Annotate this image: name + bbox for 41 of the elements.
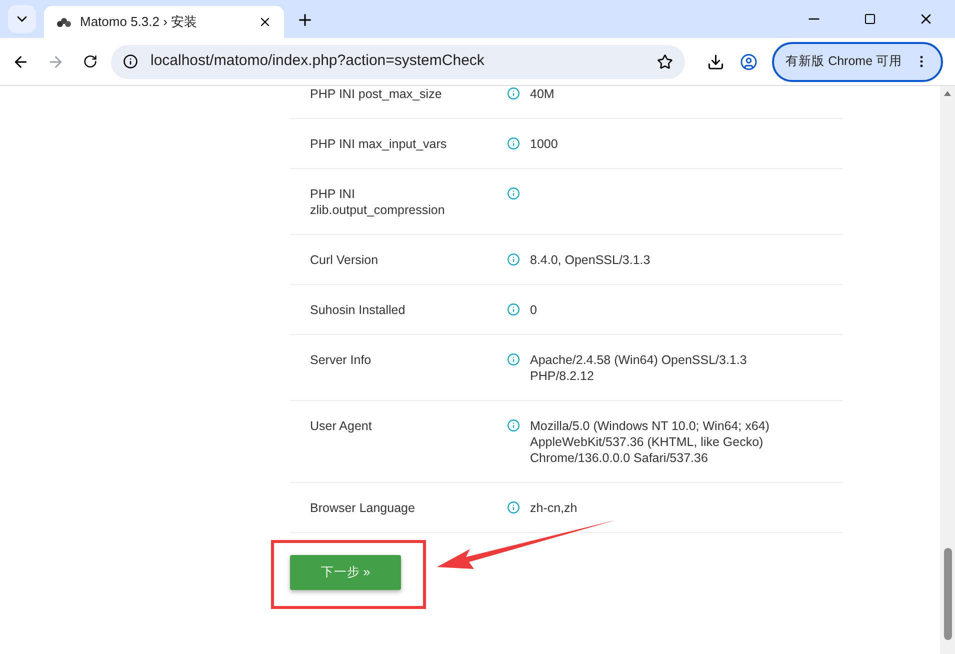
info-icon[interactable] xyxy=(507,253,520,266)
info-icon[interactable] xyxy=(507,303,520,316)
info-icon[interactable] xyxy=(507,501,520,514)
url-text: localhost/matomo/index.php?action=systemCheck xyxy=(150,51,486,72)
check-value: 8.4.0, OpenSSL/3.1.3 xyxy=(530,252,652,268)
close-icon[interactable] xyxy=(258,15,272,29)
scroll-up-icon[interactable] xyxy=(944,91,951,96)
check-label: Curl Version xyxy=(309,252,380,268)
check-value: Mozilla/5.0 (Windows NT 10.0; Win64; x64) AppleWebKit/537.36 (KHTML, like Gecko) Chrome/136.0.0.0 Safari/537.36 xyxy=(530,418,770,466)
update-chrome-button[interactable]: 有新版 Chrome 可用 xyxy=(772,42,943,82)
bookmark-star-icon[interactable] xyxy=(656,54,673,70)
info-icon[interactable] xyxy=(507,353,520,366)
reload-icon[interactable] xyxy=(82,54,98,69)
info-icon[interactable] xyxy=(507,87,520,100)
check-value: Apache/2.4.58 (Win64) OpenSSL/3.1.3 PHP/8.2.12 xyxy=(530,352,748,384)
tab-title: Matomo 5.3.2 › 安装 xyxy=(80,13,198,32)
profile-icon[interactable] xyxy=(740,52,758,70)
site-info-icon[interactable] xyxy=(123,54,138,69)
new-tab-icon[interactable] xyxy=(296,11,314,29)
info-icon[interactable] xyxy=(507,137,520,150)
check-value: 0 xyxy=(530,302,538,318)
check-label: PHP INI post_max_size xyxy=(309,86,443,102)
browser-tab[interactable]: Matomo 5.3.2 › 安装 xyxy=(44,6,284,38)
address-bar[interactable]: localhost/matomo/index.php?action=systemCheck xyxy=(111,44,685,78)
check-value: zh-cn,zh xyxy=(530,500,578,516)
info-icon[interactable] xyxy=(507,187,520,200)
info-icon[interactable] xyxy=(507,419,520,432)
check-label: Suhosin Installed xyxy=(309,302,406,318)
logo-icon xyxy=(56,16,72,28)
check-label: PHP INI max_input_vars xyxy=(309,136,448,152)
check-label: Browser Language xyxy=(309,500,416,516)
check-label: Server Info xyxy=(309,352,372,369)
download-icon[interactable] xyxy=(706,52,724,70)
check-value: 1000 xyxy=(530,136,559,152)
scrollbar-thumb[interactable] xyxy=(944,548,952,640)
scrollbar[interactable] xyxy=(940,86,955,654)
tab-list-button[interactable] xyxy=(8,5,36,33)
check-label: PHP INI zlib.output_compression xyxy=(309,186,446,218)
check-value: 40M xyxy=(530,86,556,102)
maximize-icon[interactable] xyxy=(864,13,876,25)
check-label: User Agent xyxy=(309,418,373,435)
